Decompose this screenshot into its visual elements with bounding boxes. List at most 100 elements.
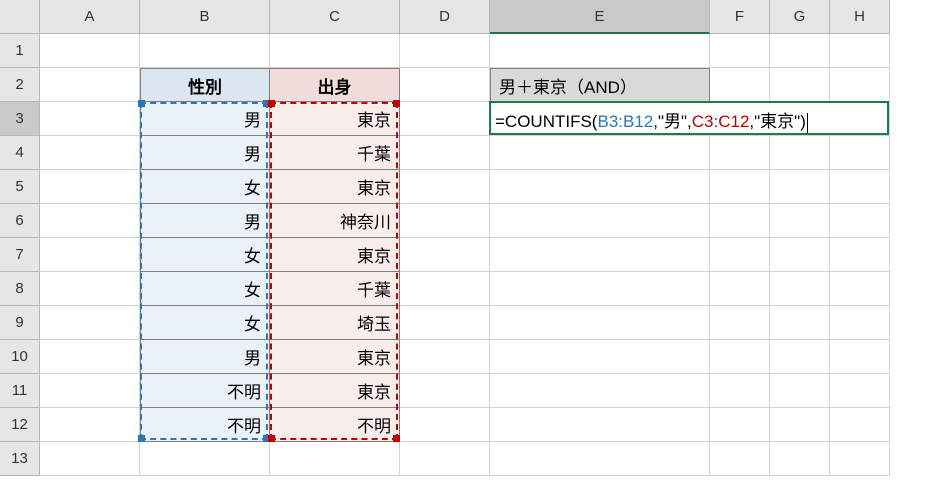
- cell-h13[interactable]: [830, 442, 890, 476]
- cell-d12[interactable]: [400, 408, 490, 442]
- col-header-a[interactable]: A: [40, 0, 140, 34]
- cell-d4[interactable]: [400, 136, 490, 170]
- cell-g2[interactable]: [770, 68, 830, 102]
- cell-a10[interactable]: [40, 340, 140, 374]
- cell-h1[interactable]: [830, 34, 890, 68]
- cell-b12[interactable]: 不明: [140, 408, 270, 442]
- col-header-f[interactable]: F: [710, 0, 770, 34]
- cell-c1[interactable]: [270, 34, 400, 68]
- col-header-e[interactable]: E: [490, 0, 710, 34]
- cell-b1[interactable]: [140, 34, 270, 68]
- cell-e13[interactable]: [490, 442, 710, 476]
- cell-g12[interactable]: [770, 408, 830, 442]
- cell-e3[interactable]: [490, 102, 710, 136]
- cell-c13[interactable]: [270, 442, 400, 476]
- cell-d2[interactable]: [400, 68, 490, 102]
- cell-e6[interactable]: [490, 204, 710, 238]
- row-header-2[interactable]: 2: [0, 68, 40, 102]
- cell-a13[interactable]: [40, 442, 140, 476]
- col-header-d[interactable]: D: [400, 0, 490, 34]
- cell-c6[interactable]: 神奈川: [270, 204, 400, 238]
- cell-d8[interactable]: [400, 272, 490, 306]
- cell-e9[interactable]: [490, 306, 710, 340]
- col-header-h[interactable]: H: [830, 0, 890, 34]
- row-header-9[interactable]: 9: [0, 306, 40, 340]
- cell-g11[interactable]: [770, 374, 830, 408]
- row-header-10[interactable]: 10: [0, 340, 40, 374]
- cell-g4[interactable]: [770, 136, 830, 170]
- grid[interactable]: ABCDEFGH12性別出身男＋東京（AND）3男東京4男千葉5女東京6男神奈川…: [0, 0, 948, 476]
- cell-c4[interactable]: 千葉: [270, 136, 400, 170]
- cell-f12[interactable]: [710, 408, 770, 442]
- cell-c5[interactable]: 東京: [270, 170, 400, 204]
- cell-b8[interactable]: 女: [140, 272, 270, 306]
- cell-h10[interactable]: [830, 340, 890, 374]
- cell-e7[interactable]: [490, 238, 710, 272]
- row-header-12[interactable]: 12: [0, 408, 40, 442]
- cell-g10[interactable]: [770, 340, 830, 374]
- cell-c10[interactable]: 東京: [270, 340, 400, 374]
- cell-d10[interactable]: [400, 340, 490, 374]
- cell-b6[interactable]: 男: [140, 204, 270, 238]
- cell-e10[interactable]: [490, 340, 710, 374]
- cell-f2[interactable]: [710, 68, 770, 102]
- cell-e12[interactable]: [490, 408, 710, 442]
- cell-a8[interactable]: [40, 272, 140, 306]
- cell-h3[interactable]: [830, 102, 890, 136]
- cell-d13[interactable]: [400, 442, 490, 476]
- cell-d1[interactable]: [400, 34, 490, 68]
- row-header-13[interactable]: 13: [0, 442, 40, 476]
- cell-c7[interactable]: 東京: [270, 238, 400, 272]
- row-header-7[interactable]: 7: [0, 238, 40, 272]
- cell-b3[interactable]: 男: [140, 102, 270, 136]
- row-header-8[interactable]: 8: [0, 272, 40, 306]
- cell-b4[interactable]: 男: [140, 136, 270, 170]
- cell-b11[interactable]: 不明: [140, 374, 270, 408]
- cell-c8[interactable]: 千葉: [270, 272, 400, 306]
- cell-a9[interactable]: [40, 306, 140, 340]
- cell-a5[interactable]: [40, 170, 140, 204]
- cell-h6[interactable]: [830, 204, 890, 238]
- cell-g13[interactable]: [770, 442, 830, 476]
- cell-f8[interactable]: [710, 272, 770, 306]
- cell-d9[interactable]: [400, 306, 490, 340]
- cell-a6[interactable]: [40, 204, 140, 238]
- col-header-b[interactable]: B: [140, 0, 270, 34]
- cell-h8[interactable]: [830, 272, 890, 306]
- row-header-4[interactable]: 4: [0, 136, 40, 170]
- row-header-3[interactable]: 3: [0, 102, 40, 136]
- cell-a12[interactable]: [40, 408, 140, 442]
- cell-e11[interactable]: [490, 374, 710, 408]
- cell-h4[interactable]: [830, 136, 890, 170]
- cell-b5[interactable]: 女: [140, 170, 270, 204]
- cell-f11[interactable]: [710, 374, 770, 408]
- select-all-corner[interactable]: [0, 0, 40, 34]
- cell-e8[interactable]: [490, 272, 710, 306]
- cell-h11[interactable]: [830, 374, 890, 408]
- cell-h12[interactable]: [830, 408, 890, 442]
- cell-f9[interactable]: [710, 306, 770, 340]
- cell-f10[interactable]: [710, 340, 770, 374]
- cell-g1[interactable]: [770, 34, 830, 68]
- cell-c12[interactable]: 不明: [270, 408, 400, 442]
- cell-e1[interactable]: [490, 34, 710, 68]
- cell-d7[interactable]: [400, 238, 490, 272]
- row-header-1[interactable]: 1: [0, 34, 40, 68]
- cell-f4[interactable]: [710, 136, 770, 170]
- cell-c3[interactable]: 東京: [270, 102, 400, 136]
- cell-g5[interactable]: [770, 170, 830, 204]
- row-header-11[interactable]: 11: [0, 374, 40, 408]
- cell-g9[interactable]: [770, 306, 830, 340]
- cell-e5[interactable]: [490, 170, 710, 204]
- cell-b13[interactable]: [140, 442, 270, 476]
- cell-c9[interactable]: 埼玉: [270, 306, 400, 340]
- cell-a11[interactable]: [40, 374, 140, 408]
- cell-f6[interactable]: [710, 204, 770, 238]
- cell-a1[interactable]: [40, 34, 140, 68]
- cell-g8[interactable]: [770, 272, 830, 306]
- cell-a4[interactable]: [40, 136, 140, 170]
- cell-h2[interactable]: [830, 68, 890, 102]
- cell-h7[interactable]: [830, 238, 890, 272]
- cell-a2[interactable]: [40, 68, 140, 102]
- cell-h9[interactable]: [830, 306, 890, 340]
